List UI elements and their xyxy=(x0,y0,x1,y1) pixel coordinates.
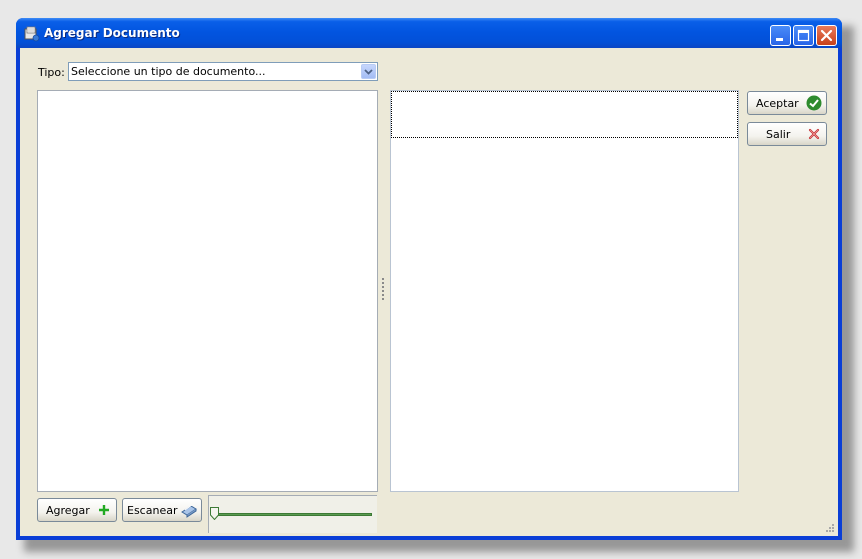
aceptar-button[interactable]: Aceptar xyxy=(747,91,827,115)
slider-track xyxy=(212,513,372,516)
maximize-icon xyxy=(797,29,810,42)
dialog-window: Agregar Documento Tipo: Seleccione un ti… xyxy=(16,18,842,540)
preview-focus-area[interactable] xyxy=(391,91,738,138)
close-button[interactable] xyxy=(816,25,837,46)
minimize-button[interactable] xyxy=(770,25,791,46)
zoom-slider[interactable] xyxy=(208,495,377,533)
exit-x-icon xyxy=(808,128,820,140)
window-title: Agregar Documento xyxy=(44,26,180,40)
scanner-icon xyxy=(181,504,197,518)
agregar-label: Agregar xyxy=(46,504,90,517)
document-list-panel[interactable] xyxy=(37,90,378,492)
escanear-button[interactable]: Escanear xyxy=(122,498,202,522)
document-preview-panel[interactable] xyxy=(390,90,739,492)
maximize-button[interactable] xyxy=(793,25,814,46)
plus-icon xyxy=(99,505,109,515)
chevron-down-icon xyxy=(364,69,373,75)
minimize-icon xyxy=(776,38,783,41)
slider-thumb[interactable] xyxy=(210,507,219,520)
tipo-select[interactable]: Seleccione un tipo de documento... xyxy=(68,62,378,81)
checkmark-icon xyxy=(806,95,822,111)
agregar-button[interactable]: Agregar xyxy=(37,498,117,522)
splitter-handle[interactable] xyxy=(382,278,385,302)
close-icon xyxy=(820,29,833,42)
tipo-label: Tipo: xyxy=(38,66,65,79)
tipo-select-value: Seleccione un tipo de documento... xyxy=(71,65,266,78)
resize-grip-icon[interactable] xyxy=(824,522,834,532)
salir-button[interactable]: Salir xyxy=(747,122,827,146)
scanner-app-icon xyxy=(24,26,40,42)
title-bar[interactable]: Agregar Documento xyxy=(16,18,842,48)
aceptar-label: Aceptar xyxy=(756,97,799,110)
escanear-label: Escanear xyxy=(127,504,178,517)
client-area: Tipo: Seleccione un tipo de documento...… xyxy=(20,48,838,536)
salir-label: Salir xyxy=(766,128,791,141)
dropdown-arrow-button[interactable] xyxy=(361,64,376,79)
